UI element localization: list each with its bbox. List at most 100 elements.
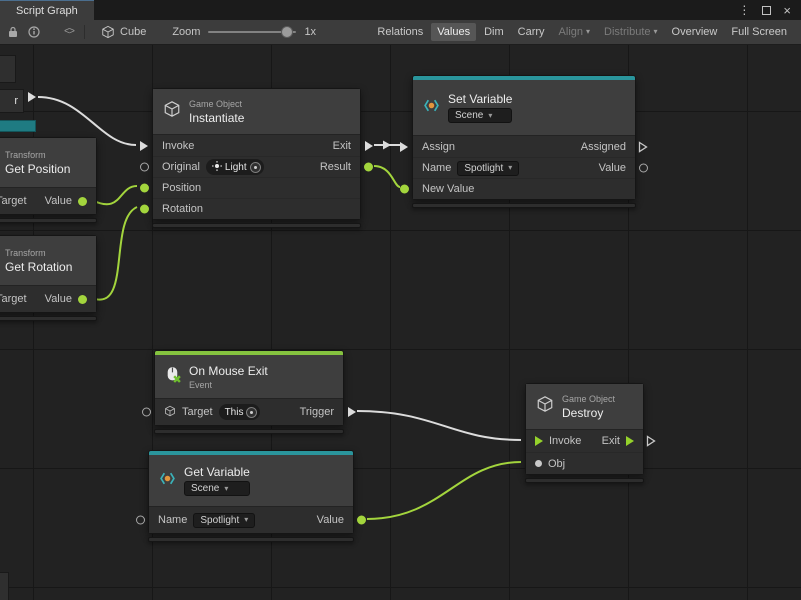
zoom-value: 1x [304, 26, 316, 38]
wire-getposition-to-position[interactable] [92, 186, 137, 204]
toolbar-button-align[interactable]: Align▾ [553, 23, 596, 41]
dropdown-arrow-icon: ▾ [244, 516, 248, 524]
node-on-mouse-exit[interactable]: On Mouse Exit Event Target This Trigger [154, 350, 344, 434]
tab-script-graph[interactable]: Script Graph [0, 0, 94, 20]
variable-icon [423, 97, 440, 119]
node-footer [0, 316, 97, 321]
target-object-field[interactable]: This [219, 404, 261, 420]
node-get-position[interactable]: Transform Get Position Target Value [0, 137, 97, 223]
node-set-variable[interactable]: Set Variable Scene ▾ Assign Assigned [412, 75, 636, 208]
port-invoke-in[interactable] [140, 141, 148, 151]
node-footer [412, 203, 636, 208]
zoom-slider[interactable] [208, 31, 296, 33]
variable-name-dropdown[interactable]: Spotlight ▾ [193, 513, 255, 528]
node-fragment[interactable]: r [0, 89, 24, 113]
port-obj-in[interactable] [535, 460, 542, 467]
port-exit-out[interactable] [365, 141, 373, 151]
toolbar-button-values[interactable]: Values [431, 23, 476, 41]
port-label-value: Value [317, 514, 344, 526]
wire-trigger-to-invoke[interactable] [357, 411, 521, 440]
port-value-out[interactable] [78, 197, 87, 206]
target-label: Cube [120, 26, 146, 38]
node-footer [152, 223, 361, 228]
port-result-out[interactable] [364, 163, 373, 172]
node-get-variable[interactable]: Get Variable Scene ▾ Name Spotlight ▾ Va [148, 450, 354, 542]
port-original-in[interactable] [140, 163, 149, 172]
port-target-in[interactable] [142, 408, 151, 417]
graph-toolbar: <> Cube Zoom 1x Relations Values Dim Car… [0, 20, 801, 45]
variable-icon [159, 470, 176, 492]
port-newvalue-in[interactable] [400, 185, 409, 194]
variable-scope-dropdown[interactable]: Scene ▾ [448, 108, 512, 123]
maximize-icon[interactable] [762, 6, 771, 15]
node-title: Set Variable [448, 92, 512, 106]
cube-icon [163, 100, 181, 123]
original-object-field[interactable]: Light [206, 159, 264, 175]
menu-icon[interactable]: ⋮ [738, 4, 750, 16]
node-footer [148, 537, 354, 542]
port-label-result: Result [320, 161, 351, 173]
port-label-invoke: Invoke [162, 140, 194, 152]
port-label-target: Target [0, 293, 27, 305]
toolbar-button-overview[interactable]: Overview [666, 23, 724, 41]
wire-value-to-obj[interactable] [367, 462, 521, 519]
graph-target[interactable]: Cube [101, 25, 146, 39]
node-fragment[interactable] [0, 55, 16, 83]
port-label-original: Original [162, 161, 200, 173]
toolbar-button-carry[interactable]: Carry [512, 23, 551, 41]
zoom-slider-knob[interactable] [281, 26, 293, 38]
node-footer [0, 218, 97, 223]
object-picker-icon[interactable] [250, 162, 261, 173]
variable-name-value: Spotlight [200, 515, 239, 526]
port-label-rotation: Rotation [162, 203, 203, 215]
node-title: Get Rotation [5, 260, 72, 274]
scope-value: Scene [455, 110, 483, 121]
close-icon[interactable]: × [783, 4, 791, 17]
port-flow-out[interactable] [28, 92, 36, 102]
port-label-value: Value [599, 162, 626, 174]
node-category: Transform [5, 248, 72, 258]
node-fragment[interactable] [0, 572, 9, 600]
toolbar-button-dim[interactable]: Dim [478, 23, 510, 41]
toolbar-button-relations[interactable]: Relations [371, 23, 429, 41]
graph-canvas[interactable]: r Transform Get Position Target Value [0, 45, 801, 600]
port-name-in[interactable] [136, 516, 145, 525]
node-fragment[interactable] [0, 120, 36, 132]
window-controls: ⋮ × [738, 0, 801, 20]
object-field-value: This [225, 407, 244, 418]
zoom-label: Zoom [172, 26, 200, 38]
node-instantiate[interactable]: Game Object Instantiate Invoke Exit Orig… [152, 88, 361, 228]
port-label-name: Name [158, 514, 187, 526]
node-subtitle: Event [189, 380, 268, 390]
port-assigned-out[interactable] [638, 141, 648, 153]
port-invoke-in[interactable] [535, 436, 543, 446]
toolbar-button-distribute[interactable]: Distribute▾ [598, 23, 663, 41]
port-label-exit: Exit [602, 435, 620, 447]
exit-flow-icon [626, 436, 634, 446]
fragment-label: r [14, 95, 18, 107]
info-icon[interactable] [28, 26, 40, 38]
port-value-out[interactable] [78, 295, 87, 304]
node-footer [525, 478, 644, 483]
cube-icon [101, 25, 115, 39]
variable-name-dropdown[interactable]: Spotlight ▾ [457, 161, 519, 176]
port-value-out[interactable] [357, 516, 366, 525]
dropdown-arrow-icon: ▾ [586, 28, 590, 36]
tab-bar: Script Graph ⋮ × [0, 0, 801, 20]
node-get-rotation[interactable]: Transform Get Rotation Target Value [0, 235, 97, 321]
port-position-in[interactable] [140, 184, 149, 193]
toolbar-button-fullscreen[interactable]: Full Screen [725, 23, 793, 41]
port-assign-in[interactable] [400, 142, 408, 152]
wire-result-to-newvalue[interactable] [374, 166, 400, 187]
port-trigger-out[interactable] [348, 407, 356, 417]
object-picker-icon[interactable] [246, 407, 257, 418]
dropdown-arrow-icon: ▾ [224, 485, 228, 493]
variable-scope-dropdown[interactable]: Scene ▾ [184, 481, 250, 496]
port-value-out[interactable] [639, 164, 648, 173]
port-exit-out[interactable] [646, 435, 656, 447]
lock-icon[interactable] [8, 26, 18, 38]
wire-getrotation-to-rotation[interactable] [92, 207, 137, 300]
code-icon[interactable]: <> [64, 27, 74, 38]
port-rotation-in[interactable] [140, 205, 149, 214]
node-destroy[interactable]: Game Object Destroy Invoke Exit Obj [525, 383, 644, 483]
